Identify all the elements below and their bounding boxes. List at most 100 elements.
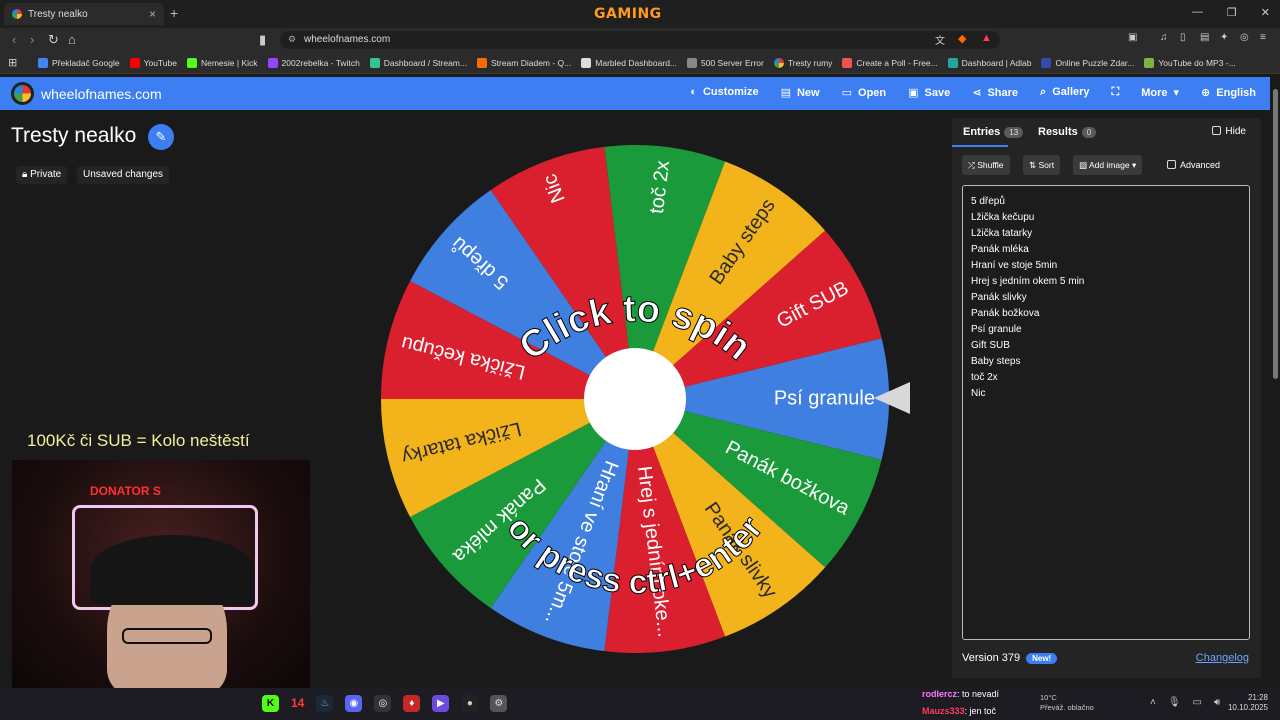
pin-app-icon[interactable]: ♦ [403, 695, 421, 712]
new-button[interactable]: ▤ New [781, 86, 820, 99]
bookmark-item[interactable]: Překladač Google [38, 57, 120, 68]
translate-favicon-icon [38, 57, 48, 68]
more-button[interactable]: More ▾ [1141, 86, 1179, 99]
bookmark-icon[interactable]: ▮ [259, 32, 266, 48]
translate-icon[interactable]: 文 [935, 32, 945, 47]
entry-line: 5 dřepů [971, 196, 1005, 207]
app-header: wheelofnames.com ◐ Customize ▤ New ▭ Open ▣… [0, 77, 1270, 110]
customize-button[interactable]: ◐ Customize [690, 86, 758, 99]
tab-results[interactable]: Results 0 [1038, 126, 1097, 138]
unsaved-changes-badge: Unsaved changes [77, 166, 170, 184]
bookmark-item[interactable]: YouTube do MP3 -... [1144, 57, 1236, 68]
volume-icon[interactable]: 🔊︎ [1214, 697, 1220, 708]
open-button[interactable]: ▭ Open [842, 86, 887, 99]
brave-shield-icon[interactable]: ◆ [958, 32, 966, 45]
search-icon: ⌕ [1040, 86, 1047, 98]
add-image-button[interactable]: ▨ Add image ▾ [1073, 155, 1143, 175]
private-button[interactable]: 🔒︎ Private [16, 166, 68, 184]
sort-button[interactable]: ⇅ Sort [1023, 155, 1061, 175]
adlab-favicon-icon [947, 57, 958, 68]
wheel-center[interactable] [584, 348, 686, 450]
entry-line: Hrej s jedním okem 5 min [971, 276, 1085, 287]
bookmark-item[interactable]: 500 Server Error [687, 57, 764, 68]
entry-line: Baby steps [971, 356, 1021, 367]
minimize-icon[interactable]: — [1192, 6, 1203, 19]
chevron-down-icon: ▾ [1173, 87, 1180, 99]
leo-icon[interactable]: ✦ [1220, 32, 1228, 43]
tray-overflow-icon[interactable]: ˄ [1150, 697, 1156, 708]
site-logo-icon[interactable] [11, 82, 34, 105]
share-button[interactable]: ⋖ Share [972, 86, 1018, 99]
bookmark-item[interactable]: Marbled Dashboard... [581, 57, 677, 68]
close-window-icon[interactable]: ✕ [1261, 6, 1270, 19]
bookmark-item[interactable]: Dashboard / Stream... [369, 57, 467, 68]
new-file-icon: ▤ [780, 87, 791, 99]
back-icon[interactable]: ‹ [12, 32, 16, 47]
hide-checkbox[interactable]: Hide [1212, 126, 1246, 137]
window-controls: — ❐ ✕ [1192, 6, 1270, 19]
bookmark-item[interactable]: YouTube [129, 57, 177, 68]
stream-overlay-text: 100Kč či SUB = Kolo neštěstí [27, 431, 250, 450]
discord-icon[interactable]: ◉ [345, 695, 363, 712]
clock[interactable]: 21:28 10.10.2025 [1228, 693, 1268, 713]
new-tab-icon[interactable]: + [170, 5, 178, 21]
site-info-icon[interactable]: ⚙ [288, 34, 296, 45]
site-name[interactable]: wheelofnames.com [41, 86, 162, 102]
changelog-link[interactable]: Changelog [1196, 652, 1249, 664]
bookmarks-bar: ⊞ Překladač Google YouTube Nemesie | Kic… [0, 52, 1280, 74]
taskbar-icons: K 14 ♨ ◉ ◎ ♦ ▶ ● ⚙ [262, 695, 508, 712]
bookmark-item[interactable]: Dashboard | Adlab [947, 57, 1031, 68]
scrollbar-thumb[interactable] [1273, 89, 1278, 379]
puzzle-favicon-icon [1041, 57, 1052, 68]
apps-icon[interactable]: ⊞ [8, 56, 17, 69]
share-icon: ⋖ [972, 87, 982, 99]
shuffle-button[interactable]: ⤮ Shuffle [962, 155, 1010, 175]
settings-icon[interactable]: ⚙ [490, 695, 508, 712]
bookmark-item[interactable]: Tresty rumy [773, 57, 832, 68]
bookmark-item[interactable]: Create a Poll - Free... [842, 57, 938, 68]
bookmark-item[interactable]: 2002rebelka - Twitch [267, 57, 360, 68]
bookmark-item[interactable]: Stream Diadem - Q... [476, 57, 571, 68]
sidebar-icon[interactable]: ▯ [1180, 32, 1186, 43]
browser-tab[interactable]: Tresty nealko × [4, 3, 164, 25]
browser-menu-icon[interactable]: ≡ [1260, 32, 1266, 43]
steam-icon[interactable]: ♨ [316, 695, 334, 712]
globe-icon: ⊕ [1201, 87, 1211, 99]
kick-app-icon[interactable]: K [262, 695, 279, 712]
network-icon[interactable]: ▭ [1193, 697, 1202, 708]
entries-textarea[interactable]: 5 dřepů Lžička kečupu Lžička tatarky Pan… [962, 185, 1250, 640]
media-icon[interactable]: ▣ [1128, 32, 1137, 43]
streamer-cap [90, 535, 255, 605]
arrow-app-icon[interactable]: ▶ [432, 695, 450, 712]
music-icon[interactable]: ♫ [1160, 32, 1168, 43]
forward-icon[interactable]: › [30, 32, 34, 47]
language-button[interactable]: ⊕ English [1201, 86, 1256, 99]
fullscreen-button[interactable]: ⛶ [1112, 86, 1120, 99]
edit-title-button[interactable]: ✎ [148, 124, 174, 150]
reload-icon[interactable]: ↻ [48, 32, 59, 48]
circle-app-icon[interactable]: ● [461, 695, 479, 712]
vpn-icon[interactable]: ◎ [1240, 32, 1249, 43]
bookmark-item[interactable]: Online Puzzle Zdar... [1041, 57, 1134, 68]
wheel-favicon-icon [12, 9, 22, 19]
wheel[interactable]: Psí granulePanák božkovaPanák slivkyHrej… [380, 143, 890, 653]
close-tab-icon[interactable]: × [149, 7, 156, 21]
weather-widget[interactable]: 10°C Převáž. oblačno [1040, 693, 1094, 713]
palette-icon: ◐ [690, 86, 697, 98]
save-button[interactable]: ▣ Save [908, 86, 950, 99]
wallet-icon[interactable]: ▤ [1200, 32, 1209, 43]
bookmark-item[interactable]: Nemesie | Kick [186, 57, 258, 68]
rewards-icon[interactable]: ▲ [981, 32, 992, 44]
tab-entries[interactable]: Entries 13 [963, 126, 1024, 138]
webcam-banner: DONATOR S [90, 484, 161, 498]
url-field[interactable]: ⚙ wheelofnames.com [280, 31, 1000, 49]
gallery-button[interactable]: ⌕ Gallery [1040, 86, 1089, 99]
obs-icon[interactable]: ◎ [374, 695, 392, 712]
page-scrollbar[interactable] [1271, 77, 1280, 687]
system-tray: ˄ 🎙︎ ▭ 🔊︎ [1150, 697, 1220, 708]
advanced-checkbox[interactable]: Advanced [1167, 160, 1220, 170]
maximize-icon[interactable]: ❐ [1227, 6, 1237, 19]
microphone-icon[interactable]: 🎙︎ [1168, 697, 1181, 708]
home-icon[interactable]: ⌂ [68, 32, 76, 47]
error-favicon-icon [687, 57, 698, 68]
